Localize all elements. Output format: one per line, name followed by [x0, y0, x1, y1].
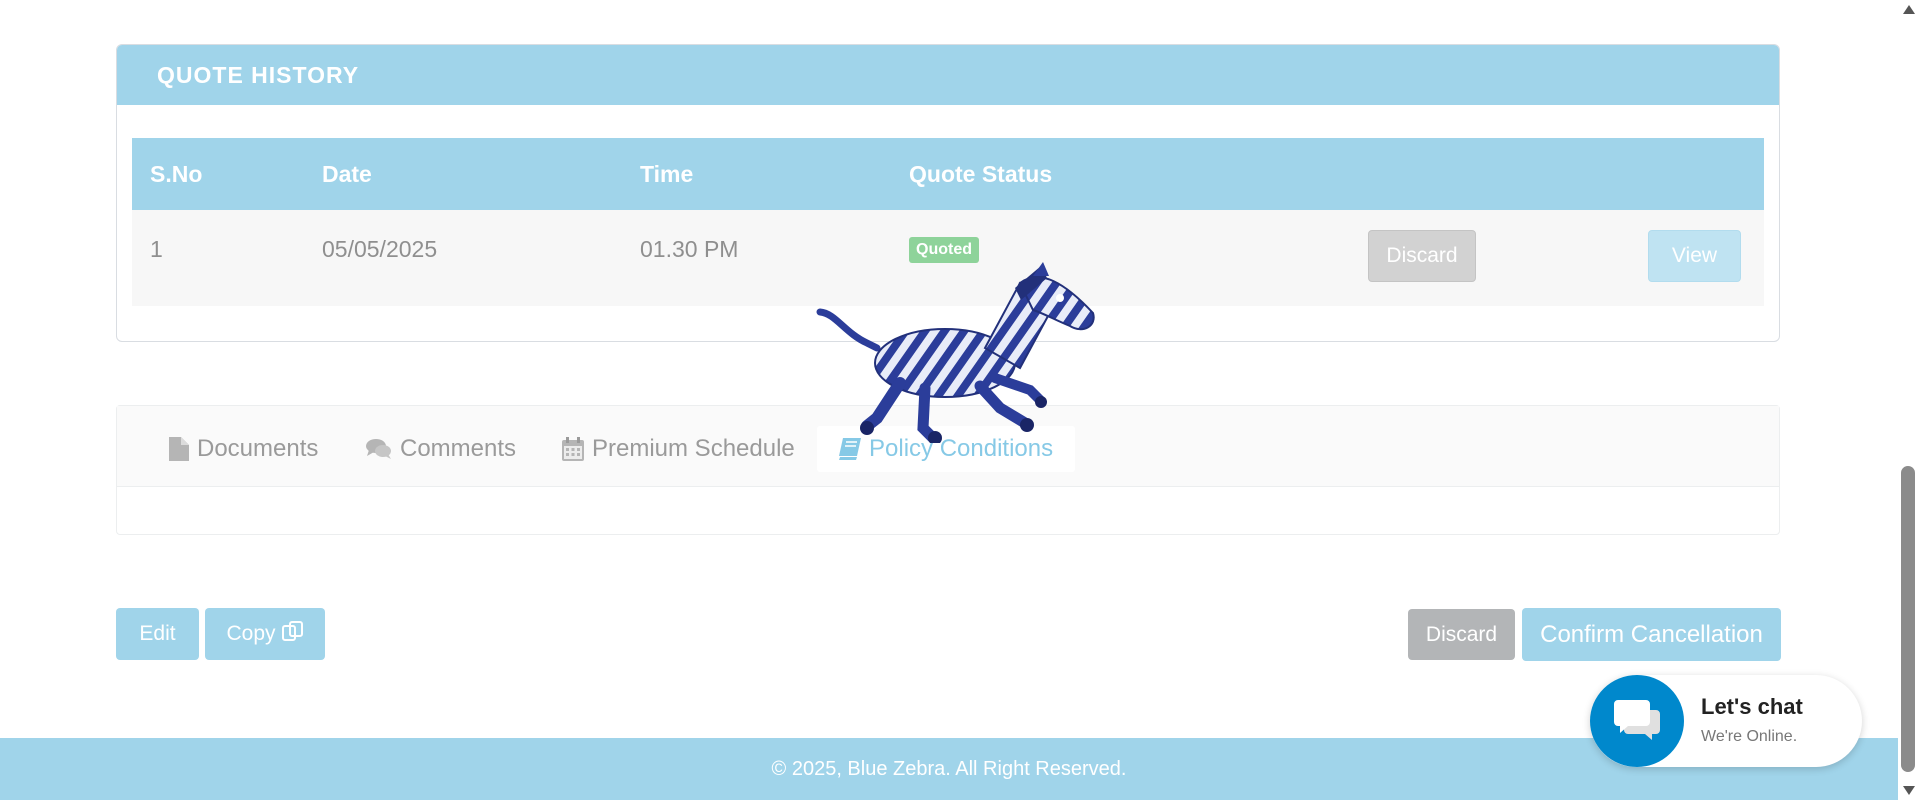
row-date: 05/05/2025	[322, 236, 438, 262]
row-view-button[interactable]: View	[1648, 230, 1741, 282]
comments-icon	[366, 438, 392, 460]
scroll-up-arrow-icon[interactable]	[1903, 5, 1915, 14]
chat-title: Let's chat	[1701, 694, 1803, 719]
chat-bubbles-icon	[1590, 675, 1684, 767]
tab-documents-label: Documents	[197, 435, 319, 462]
tab-premium-schedule[interactable]: Premium Schedule	[562, 426, 795, 472]
zebra-mascot-icon	[815, 258, 1095, 445]
column-header-quote-status: Quote Status	[909, 160, 1053, 187]
quote-history-title: QUOTE HISTORY	[117, 45, 1779, 105]
row-discard-button[interactable]: Discard	[1368, 230, 1476, 282]
row-time: 01.30 PM	[640, 236, 739, 262]
copy-button-label: Copy	[226, 622, 276, 645]
edit-button[interactable]: Edit	[116, 608, 199, 660]
row-sno: 1	[150, 236, 163, 262]
discard-button[interactable]: Discard	[1408, 609, 1515, 660]
copy-icon	[281, 621, 304, 647]
confirm-cancellation-button[interactable]: Confirm Cancellation	[1522, 608, 1781, 661]
tab-comments[interactable]: Comments	[366, 426, 516, 472]
chat-subtitle: We're Online.	[1701, 728, 1798, 745]
column-header-date: Date	[322, 160, 372, 187]
tab-premium-schedule-label: Premium Schedule	[592, 435, 795, 462]
calendar-icon	[562, 437, 584, 461]
scrollbar-thumb[interactable]	[1901, 466, 1915, 772]
column-header-time: Time	[640, 160, 694, 187]
tab-documents[interactable]: Documents	[169, 426, 318, 472]
copy-button[interactable]: Copy	[205, 608, 325, 660]
table-header: S.No Date Time Quote Status	[132, 138, 1764, 210]
tab-comments-label: Comments	[400, 435, 517, 462]
scroll-down-arrow-icon[interactable]	[1903, 786, 1915, 795]
page: QUOTE HISTORY S.No Date Time Quote Statu…	[0, 0, 1898, 800]
chat-widget[interactable]: Let's chat We're Online.	[1590, 675, 1862, 767]
column-header-sno: S.No	[150, 160, 203, 187]
vertical-scrollbar[interactable]	[1898, 0, 1920, 800]
file-icon	[169, 437, 189, 461]
footer-copyright: © 2025, Blue Zebra. All Right Reserved.	[771, 757, 1127, 780]
